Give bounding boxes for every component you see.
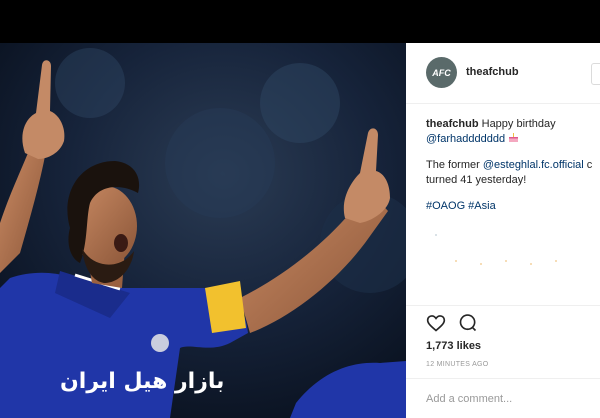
follow-button[interactable] xyxy=(591,63,600,85)
caption-text: Happy birthday xyxy=(481,118,556,130)
footballer-celebrating-image: بازار هیل ایران xyxy=(0,43,406,418)
post-caption: theafchub Happy birthday @farhaddddddd T… xyxy=(426,117,600,214)
avatar[interactable]: AFC xyxy=(426,57,457,88)
post-photo[interactable]: بازار هیل ایران xyxy=(0,43,406,418)
heart-icon[interactable] xyxy=(426,313,446,333)
hashtags[interactable]: #OAOG #Asia xyxy=(426,199,600,214)
jersey-sponsor-text: بازار هیل ایران xyxy=(60,369,224,394)
avatar-logo-text: AFC xyxy=(432,67,451,78)
top-bar xyxy=(0,0,600,43)
caption-username[interactable]: theafchub xyxy=(426,118,479,130)
mention-link-club[interactable]: @esteghlal.fc.official xyxy=(483,159,584,171)
comment-icon[interactable] xyxy=(458,313,478,333)
post-sidebar: AFC theafchub theafchub Happy birthday @… xyxy=(406,43,600,418)
likes-count[interactable]: 1,773 likes xyxy=(426,340,481,352)
comment-input[interactable]: Add a comment... xyxy=(426,393,512,405)
divider xyxy=(406,378,600,379)
post-timestamp[interactable]: 12 MINUTES AGO xyxy=(426,361,489,368)
username-link[interactable]: theafchub xyxy=(466,66,519,78)
blurred-emoji-row xyxy=(435,234,557,265)
mention-link[interactable]: @farhaddddddd xyxy=(426,133,505,145)
post-header: AFC theafchub xyxy=(406,43,600,104)
divider xyxy=(406,305,600,306)
birthday-cake-icon xyxy=(509,133,519,142)
caption-paragraph: The former @esteghlal.fc.official c turn… xyxy=(426,159,593,186)
